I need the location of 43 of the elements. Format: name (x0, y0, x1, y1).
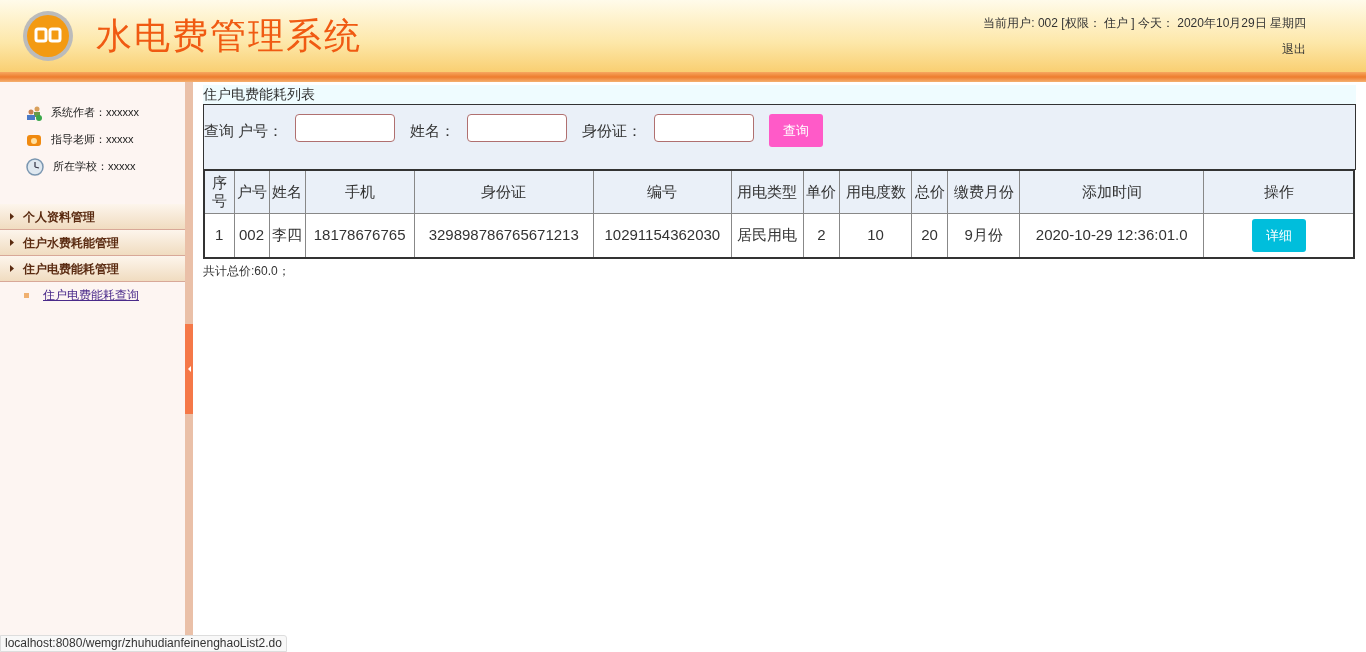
users-icon (26, 104, 42, 121)
column-header: 序号 (204, 170, 234, 213)
caret-icon (10, 265, 14, 272)
column-header: 单价 (803, 170, 840, 213)
column-header: 姓名 (269, 170, 306, 213)
search-prefix: 查询 (204, 121, 234, 141)
total-text: 共计总价:60.0； (203, 263, 291, 280)
column-header: 用电度数 (839, 170, 912, 213)
info-text: 系统作者：xxxxxx (51, 105, 139, 121)
search-input[interactable] (295, 114, 395, 142)
search-input[interactable] (467, 114, 567, 142)
column-header: 户号 (234, 170, 270, 213)
info-text: 所在学校：xxxxx (53, 159, 136, 175)
collapse-handle[interactable] (185, 324, 193, 414)
caret-icon (10, 213, 14, 220)
field-label: 身份证： (582, 121, 642, 141)
table-cell: 李四 (269, 213, 306, 258)
column-header: 编号 (593, 170, 732, 213)
user-info: 当前用户: 002 [权限： 住户 ] 今天： 2020年10月29日 星期四 (983, 15, 1306, 32)
logout-link[interactable]: 退出 (1282, 40, 1306, 58)
column-header: 缴费月份 (947, 170, 1020, 213)
telephone-icon (26, 132, 42, 147)
bullet-icon (24, 292, 29, 298)
menu-group[interactable]: 住户水费耗能管理 (0, 230, 185, 256)
column-header: 总价 (911, 170, 948, 213)
column-header: 手机 (305, 170, 415, 213)
page-title: 住户电费能耗列表 (203, 85, 1356, 104)
column-header: 添加时间 (1019, 170, 1204, 213)
submenu-link[interactable]: 住户电费能耗查询 (43, 286, 139, 304)
caret-icon (10, 239, 14, 246)
app-title: 水电费管理系统 (96, 14, 362, 58)
menu-group[interactable]: 个人资料管理 (0, 204, 185, 230)
info-text: 指导老师：xxxxx (51, 132, 134, 148)
collapse-arrow-icon (187, 366, 191, 372)
logo-icon (22, 10, 74, 62)
field-label: 姓名： (410, 121, 455, 141)
status-url-tooltip: localhost:8080/wemgr/zhuhudianfeinenghaoList2.do (0, 635, 287, 652)
menu-group[interactable]: 住户电费能耗管理 (0, 256, 185, 282)
search-input[interactable] (654, 114, 754, 142)
clock-icon (26, 157, 44, 176)
column-header: 用电类型 (731, 170, 804, 213)
column-header: 身份证 (414, 170, 594, 213)
field-label: 户号： (238, 121, 283, 141)
